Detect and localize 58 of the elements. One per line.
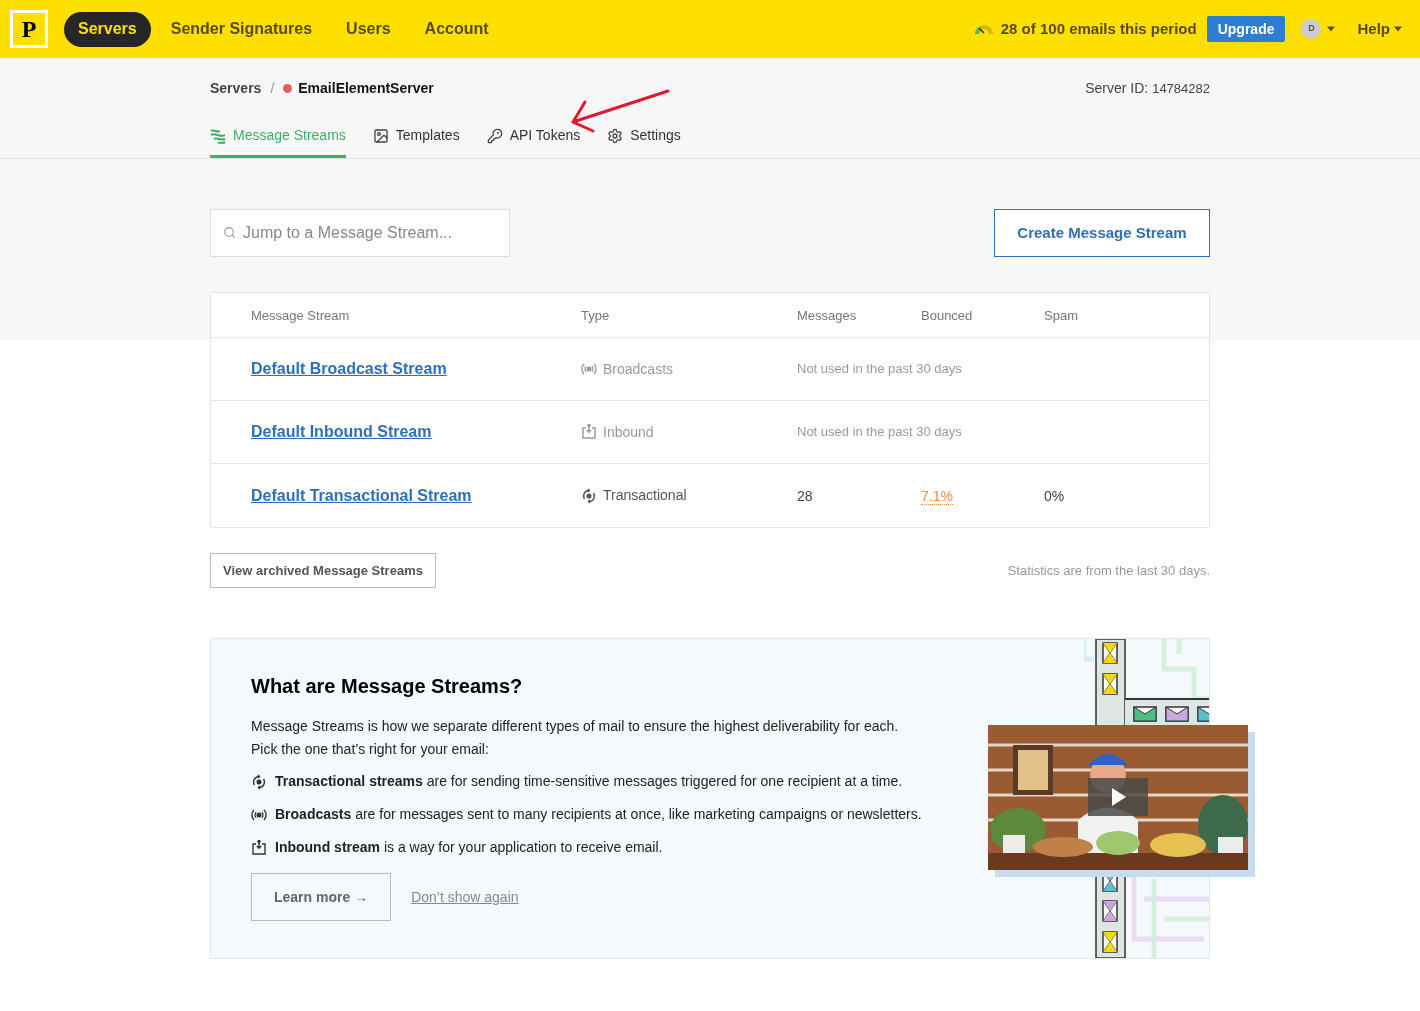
cycle-icon	[581, 487, 597, 504]
search-icon	[223, 226, 236, 239]
breadcrumb-separator: /	[270, 79, 275, 98]
table-cell-text: Not used in the past 30 days	[797, 360, 962, 379]
inbox-icon	[581, 424, 597, 440]
stream-description: Broadcasts are for messages sent to many recipients at once, like marketing campaigns or newsletters.	[275, 805, 922, 824]
create-stream-button[interactable]: Create Message Stream	[994, 209, 1210, 257]
tab[interactable]: API Tokens	[486, 118, 581, 158]
play-icon[interactable]	[1088, 778, 1148, 816]
table-cell-text: Not used in the past 30 days	[797, 423, 962, 442]
stream-link[interactable]: Default Broadcast Stream	[251, 360, 447, 377]
nav-link[interactable]: Sender Signatures	[156, 11, 327, 47]
broadcast-icon	[581, 361, 597, 377]
table-cell: 28	[797, 487, 813, 504]
stream-type: Inbound	[603, 422, 654, 442]
caret-icon	[1394, 26, 1402, 32]
archived-streams-button[interactable]: View archived Message Streams	[210, 553, 436, 588]
server-name: EmailElementServer	[298, 79, 434, 98]
stats-note: Statistics are from the last 30 days.	[1007, 561, 1210, 580]
waves-icon	[210, 127, 226, 144]
nav-link[interactable]: Users	[332, 11, 405, 47]
stream-link[interactable]: Default Transactional Stream	[251, 486, 472, 504]
intro-text: Pick the one that’s right for your email:	[251, 740, 490, 759]
column-header: Message Stream	[251, 308, 350, 323]
dont-show-link[interactable]: Don’t show again	[411, 886, 519, 908]
stream-type: Transactional	[603, 486, 687, 505]
column-header: Spam	[1044, 308, 1078, 323]
column-header: Messages	[797, 308, 857, 323]
intro-text: Message Streams is how we separate different types of mail to ensure the highest deliverability for each.	[251, 717, 900, 736]
table-cell: 0%	[1044, 487, 1065, 504]
gauge-icon	[973, 23, 994, 35]
info-title: What are Message Streams?	[251, 674, 524, 699]
caret-icon	[1327, 26, 1336, 32]
column-header: Bounced	[921, 308, 973, 323]
logo[interactable]: P	[10, 10, 48, 48]
upgrade-button[interactable]: Upgrade	[1206, 16, 1286, 42]
tab[interactable]: Templates	[372, 118, 460, 158]
nav-link[interactable]: Account	[410, 11, 503, 47]
settings-icon	[607, 127, 624, 144]
image-icon	[372, 127, 389, 144]
learn-more-button[interactable]: Learn more →	[251, 873, 392, 921]
stream-description: Inbound stream is a way for your application to receive email.	[275, 838, 663, 857]
stream-description: Transactional streams are for sending time-sensitive messages triggered for one recipient at a time.	[275, 772, 903, 791]
usage-text: 28 of 100 emails this period	[1000, 18, 1197, 39]
key-icon	[486, 127, 503, 144]
stream-link[interactable]: Default Inbound Stream	[251, 423, 432, 440]
stream-type: Broadcasts	[603, 359, 674, 379]
avatar[interactable]: D	[1301, 19, 1322, 39]
server-id: 14784282	[1152, 80, 1210, 98]
server-id-label: Server ID:	[1085, 79, 1149, 98]
inbox-icon	[251, 839, 267, 856]
column-header: Type	[581, 308, 610, 323]
tab[interactable]: Settings	[607, 118, 681, 158]
search-field[interactable]: Jump to a Message Stream...	[210, 209, 510, 257]
help-menu[interactable]: Help	[1357, 17, 1402, 41]
breadcrumb-link[interactable]: Servers	[210, 78, 262, 99]
nav-link[interactable]: Servers	[64, 11, 151, 47]
cycle-icon	[251, 773, 267, 790]
